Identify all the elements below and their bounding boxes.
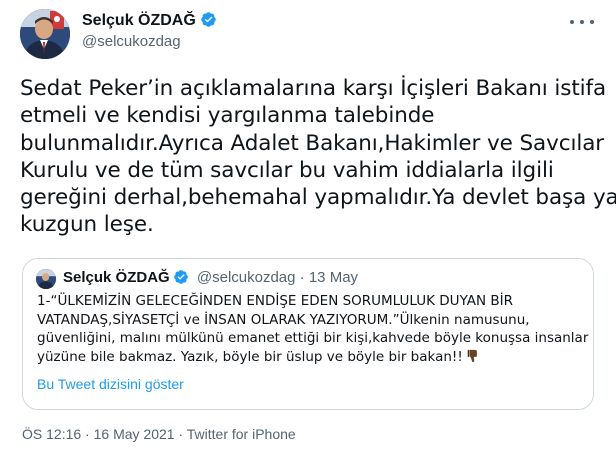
show-thread-link[interactable]: Bu Tweet dizisini göster — [37, 376, 184, 392]
quoted-line: güvenliğini, malını mülkünü emanet ettiğ… — [37, 330, 589, 346]
tweet-text: Sedat Peker’in açıklamalarına karşı İçiş… — [20, 75, 616, 239]
more-dot — [580, 20, 584, 24]
author-name[interactable]: Selçuk ÖZDAĞ — [82, 11, 217, 30]
quoted-line: 1-“ÜLKEMİZİN GELECEĞİNDEN ENDİŞE EDEN SO… — [37, 293, 514, 309]
quoted-date: 13 May — [308, 269, 359, 286]
tweet-line: kuzgun leşe. — [20, 212, 154, 238]
quoted-header: Selçuk ÖZDAĞ @selcukozdag · 13 May — [63, 269, 358, 286]
quoted-line-wrapper: yüzüne bile bakmaz. Yazık, böyle bir üsl… — [37, 348, 587, 367]
verified-badge-icon — [201, 12, 216, 27]
more-options-icon[interactable] — [570, 12, 594, 32]
more-dot — [590, 20, 594, 24]
tweet-line: bulunmalıdır.Ayrıca Adalet Bakanı,Hakiml… — [20, 130, 605, 156]
quoted-author-name: Selçuk ÖZDAĞ — [63, 269, 170, 286]
tweet-line: Kurulu ve de tüm savcılar bu vahim iddia… — [20, 157, 554, 183]
separator-dot: · — [178, 426, 184, 442]
author-handle[interactable]: @selcukozdag — [82, 33, 181, 50]
tweet-time[interactable]: ÖS 12:16 — [22, 426, 81, 442]
more-dot — [570, 20, 574, 24]
quoted-line: yüzüne bile bakmaz. Yazık, böyle bir üsl… — [37, 348, 463, 365]
quoted-line: VATANDAŞ,SİYASETÇİ ve İNSAN OLARAK YAZIY… — [37, 311, 530, 328]
tweet-line: gereğini derhal,behemahal yapmalıdır.Ya … — [20, 185, 616, 211]
separator-dot: · — [299, 269, 305, 286]
separator-dot: · — [85, 426, 90, 442]
tweet-line: etmeli ve kendisi yargılanma talebinde — [20, 103, 435, 129]
tweet-source[interactable]: Twitter for iPhone — [187, 426, 296, 442]
tweet-date[interactable]: 16 May 2021 — [94, 426, 175, 442]
quoted-tweet[interactable]: Selçuk ÖZDAĞ @selcukozdag · 13 May 1-“ÜL… — [22, 258, 594, 410]
verified-badge-icon — [173, 270, 188, 284]
tweet-meta: ÖS 12:16 · 16 May 2021 · Twitter for iPh… — [22, 426, 296, 442]
quoted-avatar — [36, 269, 56, 289]
thumbs-down-emoji-icon — [467, 349, 477, 362]
author-name-text[interactable]: Selçuk ÖZDAĞ — [82, 12, 196, 29]
quoted-author-handle: @selcukozdag — [196, 269, 296, 286]
tweet-line: Sedat Peker’in açıklamalarına karşı İçiş… — [20, 76, 607, 101]
avatar[interactable] — [20, 9, 70, 59]
quoted-text: 1-“ÜLKEMİZİN GELECEĞİNDEN ENDİŞE EDEN SO… — [37, 292, 589, 367]
